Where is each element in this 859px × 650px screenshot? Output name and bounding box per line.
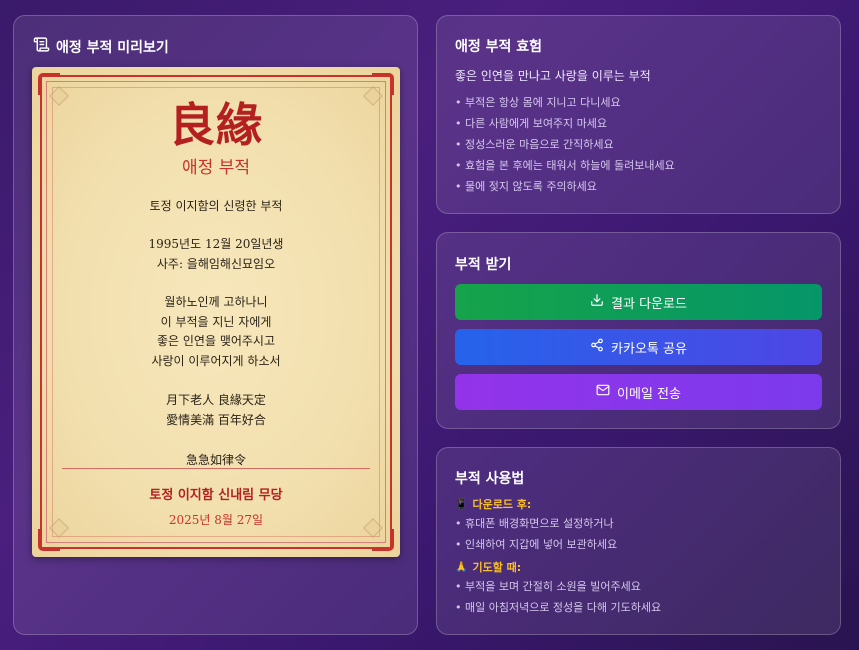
download-button[interactable]: 결과 다운로드: [455, 284, 822, 320]
when-praying-list: • 부적을 보며 간절히 소원을 빌어주세요 • 매일 아침저녁으로 정성을 다…: [455, 576, 661, 618]
talisman-birth-date: 1995년도 12월 20일년생: [148, 237, 284, 251]
praying-hands-icon: 🙏: [455, 561, 468, 573]
hanja-line: 愛情美滿 百年好合: [166, 412, 266, 427]
talisman-preview-card: 애정 부적 미리보기 良緣 애정 부적 토정 이지함의 신령한 부적 1995년…: [13, 15, 418, 635]
receive-title: 부적 받기: [455, 257, 512, 273]
usage-when-praying-heading: 🙏 기도할 때:: [455, 559, 521, 575]
phone-icon: 📱: [455, 498, 468, 510]
list-item: • 매일 아침저녁으로 정성을 다해 기도하세요: [455, 601, 662, 614]
list-item: • 정성스러운 마음으로 간직하세요: [455, 138, 614, 151]
usage-card: 부적 사용법 📱 다운로드 후: • 휴대폰 배경화면으로 설정하거나 • 인쇄…: [436, 447, 841, 635]
prayer-line: 사랑이 이루어지게 하소서: [151, 353, 281, 368]
prayer-line: 월하노인께 고하나니: [164, 295, 268, 309]
talisman-divider: [62, 468, 370, 469]
email-send-button[interactable]: 이메일 전송: [455, 374, 822, 410]
usage-title: 부적 사용법: [455, 471, 525, 487]
kakao-share-button-label: 카카오톡 공유: [611, 341, 687, 357]
talisman-image: 良緣 애정 부적 토정 이지함의 신령한 부적 1995년도 12월 20일년생…: [32, 67, 400, 557]
talisman-hanja-title: 良緣: [169, 98, 263, 152]
list-item: • 효험을 본 후에는 태워서 하늘에 돌려보내세요: [455, 159, 675, 172]
scroll-icon: [33, 36, 50, 57]
share-icon: [590, 338, 604, 356]
list-item: • 부적을 보며 간절히 소원을 빌어주세요: [455, 580, 641, 593]
talisman-birth-info: 1995년도 12월 20일년생 사주: 을해임해신묘임오: [32, 235, 400, 274]
list-item: • 인쇄하여 지갑에 넣어 보관하세요: [455, 538, 618, 551]
email-send-button-label: 이메일 전송: [617, 386, 681, 402]
talisman-date: 2025년 8월 27일: [168, 513, 264, 527]
talisman-subtitle: 애정 부적: [182, 158, 250, 178]
when-praying-label: 기도할 때:: [472, 561, 522, 574]
prayer-line: 이 부적을 지닌 자에게: [160, 314, 272, 329]
talisman-hanja-verse: 月下老人 良緣天定 愛情美滿 百年好合: [32, 391, 400, 430]
after-download-label: 다운로드 후:: [472, 498, 532, 511]
after-download-list: • 휴대폰 배경화면으로 설정하거나 • 인쇄하여 지갑에 넣어 보관하세요: [455, 513, 617, 555]
talisman-prayer: 월하노인께 고하나니 이 부적을 지닌 자에게 좋은 인연을 맺어주시고 사랑이…: [32, 293, 400, 371]
receive-card: 부적 받기 결과 다운로드 카카오톡 공유 이메일 전송: [436, 232, 841, 429]
kakao-share-button[interactable]: 카카오톡 공유: [455, 329, 822, 365]
talisman-shrine-name: 토정 이지함 신내림 무당: [149, 488, 283, 503]
list-item: • 다른 사람에게 보여주지 마세요: [455, 117, 608, 130]
talisman-intro: 토정 이지함의 신령한 부적: [149, 199, 283, 213]
download-button-label: 결과 다운로드: [611, 296, 687, 312]
download-icon: [590, 293, 604, 311]
effect-card: 애정 부적 효험 좋은 인연을 만나고 사랑을 이루는 부적 • 부적은 항상 …: [436, 15, 841, 214]
prayer-line: 좋은 인연을 맺어주시고: [156, 334, 276, 348]
effect-title: 애정 부적 효험: [455, 39, 543, 55]
effect-list: • 부적은 항상 몸에 지니고 다니세요 • 다른 사람에게 보여주지 마세요 …: [455, 92, 675, 197]
list-item: • 물에 젖지 않도록 주의하세요: [455, 180, 597, 193]
mail-icon: [596, 383, 610, 401]
list-item: • 휴대폰 배경화면으로 설정하거나: [455, 517, 614, 530]
list-item: • 부적은 항상 몸에 지니고 다니세요: [455, 96, 621, 109]
hanja-line: 月下老人 良緣天定: [166, 393, 266, 407]
preview-header: 애정 부적 미리보기: [33, 36, 169, 57]
preview-title: 애정 부적 미리보기: [56, 39, 169, 56]
talisman-saju: 사주: 을해임해신묘임오: [156, 256, 276, 271]
effect-subtitle: 좋은 인연을 만나고 사랑을 이루는 부적: [455, 69, 651, 83]
usage-after-download-heading: 📱 다운로드 후:: [455, 496, 531, 512]
